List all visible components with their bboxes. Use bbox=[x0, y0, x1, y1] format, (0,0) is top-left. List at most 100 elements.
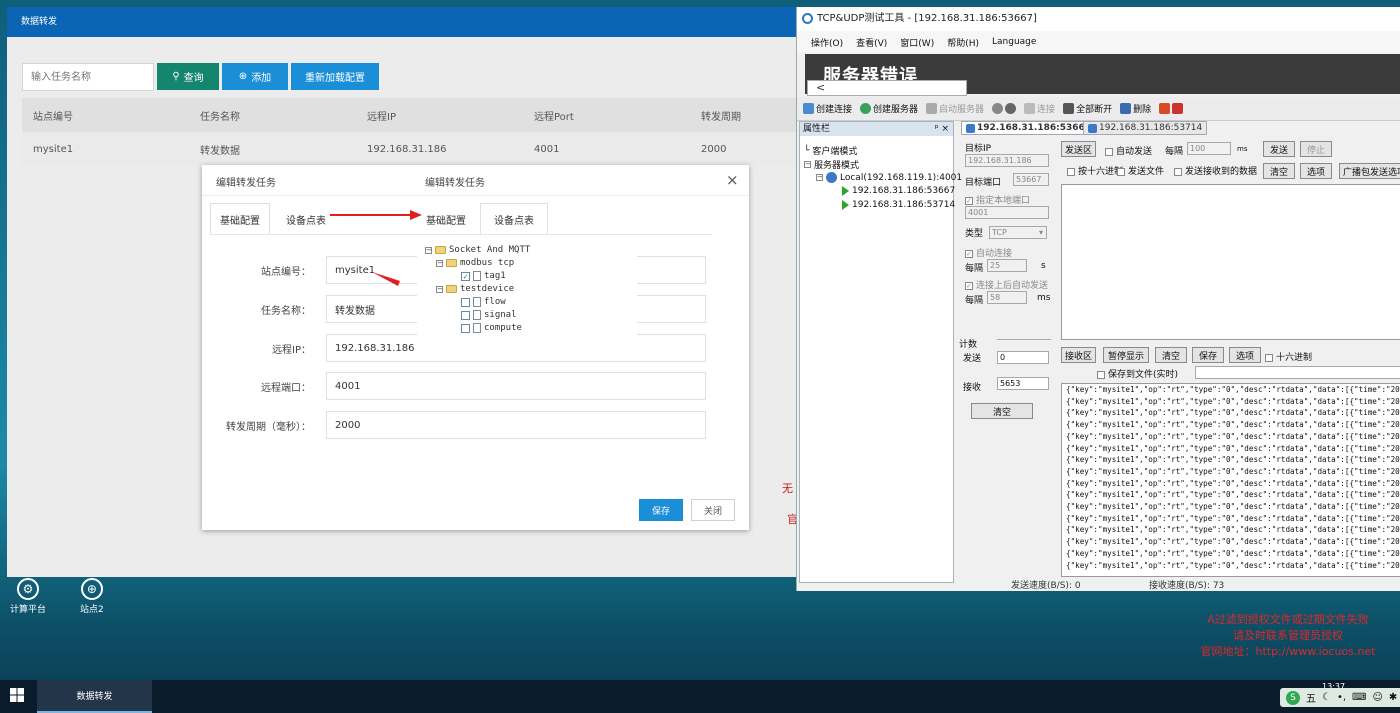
save-recv-button[interactable]: 保存 bbox=[1192, 347, 1224, 363]
tree-connection-1[interactable]: 192.168.31.186:53667 bbox=[842, 186, 955, 196]
tree-connection-2[interactable]: 192.168.31.186:53714 bbox=[842, 200, 955, 210]
tab-device-points[interactable]: 设备点表 bbox=[274, 203, 338, 235]
tree-node-group[interactable]: − testdevice bbox=[436, 284, 514, 294]
collapse-icon[interactable]: − bbox=[425, 246, 432, 254]
start-server-button[interactable]: 启动服务器 bbox=[926, 102, 984, 115]
local-port-checkbox[interactable]: ✓ 指定本地端口 bbox=[965, 193, 1030, 206]
tree-server-mode[interactable]: − 服务器模式 bbox=[804, 158, 859, 171]
menu-item-view[interactable]: 查看(V) bbox=[856, 36, 887, 49]
send-received-option[interactable]: 发送接收到的数据 bbox=[1174, 164, 1257, 177]
settings-button[interactable] bbox=[992, 103, 1017, 114]
send-area-button[interactable]: 发送区 bbox=[1061, 141, 1096, 157]
checkbox-icon[interactable] bbox=[461, 297, 470, 307]
send-count-field[interactable]: 0 bbox=[997, 351, 1049, 364]
tree-node-item[interactable]: ✓ tag1 bbox=[461, 271, 506, 281]
tree-local-server[interactable]: − Local(192.168.119.1):4001 bbox=[816, 172, 962, 183]
interval-field-2[interactable]: 58 bbox=[987, 291, 1027, 304]
pause-display-button[interactable]: 暂停显示 bbox=[1103, 347, 1149, 363]
back-button[interactable]: < bbox=[807, 80, 967, 96]
user-icon[interactable]: ☺ bbox=[1372, 692, 1382, 703]
collapse-icon[interactable]: − bbox=[436, 259, 443, 267]
target-port-field[interactable]: 53667 bbox=[1013, 173, 1049, 186]
delete-button[interactable]: 删除 bbox=[1120, 102, 1151, 115]
property-panel-title: 属性栏 ᵖ × bbox=[800, 122, 953, 136]
auto-send-option[interactable]: 自动发送 bbox=[1105, 144, 1152, 157]
keyboard-icon[interactable]: ⌨ bbox=[1352, 692, 1366, 703]
menu-item-operate[interactable]: 操作(O) bbox=[811, 36, 843, 49]
target-ip-field[interactable]: 192.168.31.186 bbox=[965, 154, 1049, 167]
send-options-button[interactable]: 选项 bbox=[1300, 163, 1332, 179]
save-file-path-field[interactable] bbox=[1195, 366, 1400, 379]
remote-port-field[interactable]: 4001 bbox=[326, 372, 706, 400]
auto-connect-checkbox[interactable]: ✓ 自动连接 bbox=[965, 246, 1012, 259]
desktop-icon-site2[interactable]: ⊕ 站点2 bbox=[80, 578, 104, 615]
auto-send-checkbox[interactable]: ✓ 连接上后自动发送 bbox=[965, 278, 1048, 291]
receive-text-area[interactable]: {"key":"mysite1","op":"rt","type":"0","d… bbox=[1061, 383, 1400, 577]
collapse-icon[interactable]: − bbox=[804, 161, 811, 168]
send-file-option[interactable]: 发送文件 bbox=[1117, 164, 1164, 177]
connect-button[interactable]: 连接 bbox=[1024, 102, 1055, 115]
collapse-icon[interactable]: − bbox=[816, 174, 823, 181]
table-row[interactable]: mysite1 转发数据 192.168.31.186 4001 2000 bbox=[22, 132, 797, 166]
tree-node-root[interactable]: − Socket And MQTT bbox=[425, 245, 530, 255]
type-select[interactable]: TCP ▾ bbox=[989, 226, 1047, 239]
menu-item-help[interactable]: 帮助(H) bbox=[947, 36, 979, 49]
save-to-file-option[interactable]: 保存到文件(实时) bbox=[1097, 367, 1178, 380]
punctuation-icon[interactable]: •, bbox=[1337, 692, 1346, 703]
clear-count-button[interactable]: 清空 bbox=[971, 403, 1033, 419]
checkbox-checked-icon[interactable]: ✓ bbox=[461, 271, 470, 281]
recv-line: {"key":"mysite1","op":"rt","type":"0","d… bbox=[1066, 420, 1400, 430]
tree-node-item[interactable]: compute bbox=[461, 323, 522, 333]
task-search-input[interactable] bbox=[22, 63, 154, 91]
tab-basic-config-overlay[interactable]: 基础配置 bbox=[418, 203, 474, 235]
tree-node-group[interactable]: − modbus tcp bbox=[436, 258, 514, 268]
clear-send-button[interactable]: 清空 bbox=[1263, 163, 1295, 179]
tree-node-item[interactable]: signal bbox=[461, 310, 517, 320]
local-port-field[interactable]: 4001 bbox=[965, 206, 1049, 219]
play-icon bbox=[842, 186, 849, 196]
settings-icon[interactable]: ✱ bbox=[1389, 692, 1397, 703]
stop-button[interactable]: 停止 bbox=[1300, 141, 1332, 157]
hex-send-option[interactable]: 按十六进制 bbox=[1067, 164, 1123, 177]
create-connection-button[interactable]: 创建连接 bbox=[803, 102, 852, 115]
tree-client-mode[interactable]: └ 客户端模式 bbox=[804, 144, 858, 158]
reload-config-button[interactable]: 重新加载配置 bbox=[291, 63, 379, 90]
forward-period-field[interactable]: 2000 bbox=[326, 411, 706, 439]
checkbox-icon[interactable] bbox=[461, 310, 470, 320]
checkbox-icon[interactable] bbox=[461, 323, 470, 333]
tab-connection-53714[interactable]: 192.168.31.186:53714 bbox=[1083, 121, 1208, 135]
query-button[interactable]: ⚲ 查询 bbox=[157, 63, 219, 90]
send-text-area[interactable] bbox=[1061, 184, 1400, 340]
save-button[interactable]: 保存 bbox=[639, 499, 683, 521]
hex-display-option[interactable]: 十六进制 bbox=[1265, 350, 1312, 363]
close-icon[interactable]: × bbox=[726, 172, 739, 188]
close-button[interactable]: 关闭 bbox=[691, 499, 735, 521]
tree-label: 客户端模式 bbox=[812, 147, 858, 157]
collapse-icon[interactable]: − bbox=[436, 285, 443, 293]
tree-node-item[interactable]: flow bbox=[461, 297, 506, 307]
interval-field-1[interactable]: 25 bbox=[987, 259, 1027, 272]
ime-logo-icon[interactable]: S bbox=[1286, 690, 1300, 705]
taskbar-item-data-forward[interactable]: 数据转发 bbox=[37, 680, 152, 713]
extra-tool-button[interactable] bbox=[1159, 103, 1184, 114]
create-server-button[interactable]: 创建服务器 bbox=[860, 102, 918, 115]
pin-close-icon[interactable]: ᵖ × bbox=[935, 122, 949, 136]
every-field[interactable]: 100 bbox=[1187, 142, 1231, 155]
recv-options-button[interactable]: 选项 bbox=[1229, 347, 1261, 363]
ime-mode[interactable]: 五 bbox=[1306, 690, 1316, 705]
menu-item-language[interactable]: Language bbox=[992, 37, 1036, 47]
desktop-icon-compute[interactable]: ⚙ 计算平台 bbox=[10, 578, 46, 615]
windows-start-icon[interactable] bbox=[10, 688, 24, 702]
tab-device-points-overlay[interactable]: 设备点表 bbox=[480, 203, 548, 235]
clear-recv-button[interactable]: 清空 bbox=[1155, 347, 1187, 363]
tab-basic-config[interactable]: 基础配置 bbox=[210, 203, 270, 235]
recv-count-field[interactable]: 5653 bbox=[997, 377, 1049, 390]
disconnect-all-button[interactable]: 全部断开 bbox=[1063, 102, 1112, 115]
add-button[interactable]: ⊕ 添加 bbox=[222, 63, 288, 90]
menu-item-window[interactable]: 窗口(W) bbox=[900, 36, 934, 49]
moon-icon[interactable]: ☾ bbox=[1322, 692, 1331, 703]
tab-connection-53667[interactable]: 192.168.31.186:53667 bbox=[961, 121, 1097, 135]
send-button[interactable]: 发送 bbox=[1263, 141, 1295, 157]
recv-area-button[interactable]: 接收区 bbox=[1061, 347, 1096, 363]
broadcast-options-button[interactable]: 广播包发送选项 bbox=[1339, 163, 1400, 179]
